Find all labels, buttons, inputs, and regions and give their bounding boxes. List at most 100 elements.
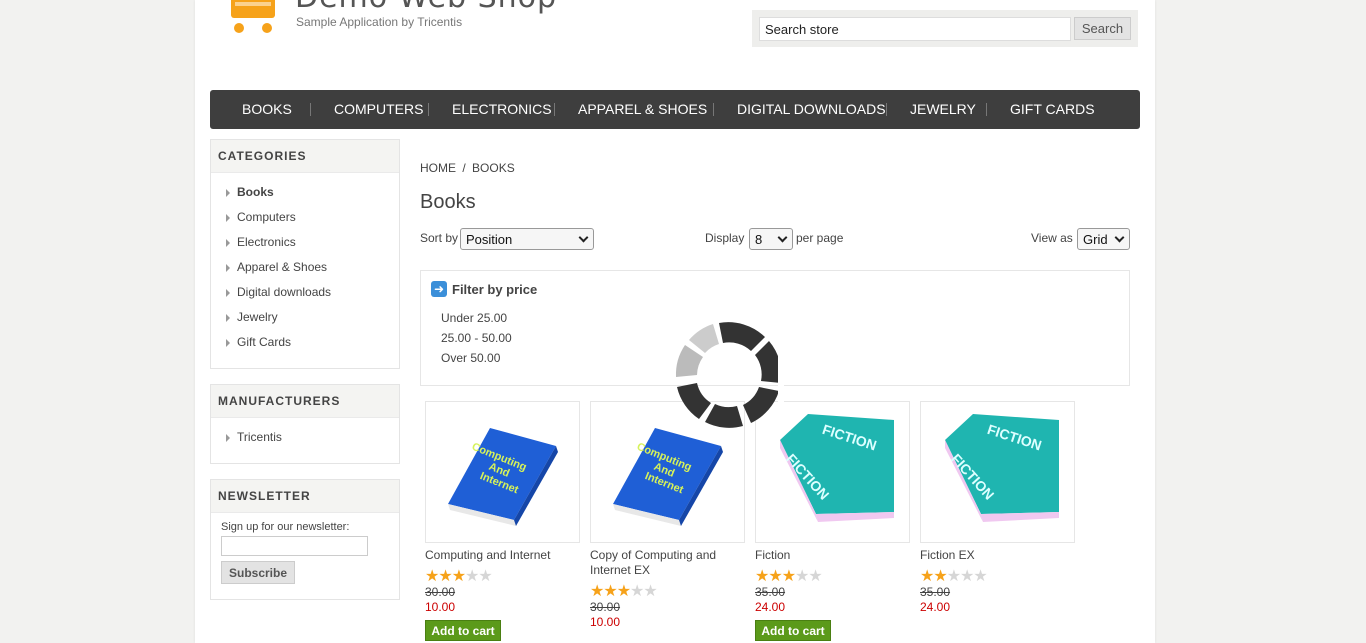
product-title[interactable]: Copy of Computing and Internet EX bbox=[590, 548, 740, 578]
breadcrumb-home[interactable]: HOME bbox=[420, 161, 456, 175]
per-page-label: per page bbox=[796, 231, 844, 245]
star-icon: ★★ bbox=[755, 568, 783, 585]
menu-separator bbox=[428, 103, 429, 116]
menu-separator bbox=[986, 103, 987, 116]
price-filter-title: Filter by price bbox=[452, 282, 538, 297]
product-rating: ★★★★★ bbox=[920, 568, 1080, 585]
arrow-right-icon bbox=[226, 264, 230, 272]
subscribe-button[interactable]: Subscribe bbox=[221, 561, 295, 584]
breadcrumb-current: BOOKS bbox=[472, 161, 515, 175]
product-title[interactable]: Fiction bbox=[755, 548, 905, 563]
arrow-right-icon bbox=[226, 434, 230, 442]
arrow-right-icon bbox=[226, 314, 230, 322]
arrow-right-icon bbox=[226, 214, 230, 222]
logo[interactable]: Demo Web Shop Sample Application by Tric… bbox=[225, 0, 556, 36]
product-old-price: 35.00 bbox=[920, 585, 951, 599]
star-icon: ★★ bbox=[630, 583, 658, 600]
product-image[interactable]: Computing And Internet bbox=[425, 401, 580, 543]
product-rating: ★★★★★ bbox=[755, 568, 915, 585]
sort-by-select[interactable]: Position bbox=[460, 228, 594, 250]
price-range-over-50[interactable]: Over 50.00 bbox=[441, 351, 500, 365]
star-icon: ★ bbox=[781, 568, 796, 585]
arrow-right-icon bbox=[226, 289, 230, 297]
star-icon: ★ bbox=[616, 583, 631, 600]
price-range-25-50[interactable]: 25.00 - 50.00 bbox=[441, 331, 512, 345]
top-menu: BOOKS COMPUTERS ELECTRONICS APPAREL & SH… bbox=[210, 90, 1140, 129]
add-to-cart-button[interactable]: Add to cart bbox=[425, 620, 501, 641]
breadcrumb-separator: / bbox=[462, 161, 466, 175]
newsletter-label: Sign up for our newsletter: bbox=[221, 521, 350, 533]
star-icon: ★★ bbox=[590, 583, 618, 600]
star-icon: ★ bbox=[451, 568, 466, 585]
view-mode-select[interactable]: Grid bbox=[1077, 228, 1130, 250]
logo-subtitle: Sample Application by Tricentis bbox=[296, 15, 463, 29]
category-item-digital-downloads[interactable]: Digital downloads bbox=[224, 280, 399, 305]
product-rating: ★★★★★ bbox=[590, 583, 750, 600]
top-menu-books[interactable]: BOOKS bbox=[242, 90, 292, 129]
search-input[interactable] bbox=[759, 17, 1071, 41]
product-old-price: 30.00 bbox=[590, 600, 621, 614]
arrow-right-icon bbox=[226, 239, 230, 247]
product-old-price: 35.00 bbox=[755, 585, 786, 599]
top-menu-computers[interactable]: COMPUTERS bbox=[334, 90, 423, 129]
menu-separator bbox=[886, 103, 887, 116]
manufacturers-list: Tricentis bbox=[211, 418, 399, 453]
chevron-down-icon bbox=[578, 232, 589, 243]
categories-title: CATEGORIES bbox=[211, 140, 399, 173]
newsletter-block: NEWSLETTER Sign up for our newsletter: S… bbox=[210, 479, 400, 600]
top-menu-electronics[interactable]: ELECTRONICS bbox=[452, 90, 552, 129]
product-image[interactable]: FICTION FICTION bbox=[920, 401, 1075, 543]
book-cover-image: FICTION FICTION bbox=[945, 414, 1059, 522]
arrow-right-icon bbox=[226, 189, 230, 197]
product-price: 24.00 bbox=[755, 600, 786, 614]
product-item: FICTION FICTION Fiction ★★★★★ 35.00 24.0… bbox=[755, 401, 915, 641]
top-menu-jewelry[interactable]: JEWELRY bbox=[910, 90, 976, 129]
star-icon: ★★★ bbox=[946, 568, 988, 585]
chevron-down-icon bbox=[1114, 232, 1125, 243]
page-title: Books bbox=[420, 191, 476, 213]
category-item-books[interactable]: Books bbox=[224, 180, 399, 205]
category-item-jewelry[interactable]: Jewelry bbox=[224, 305, 399, 330]
star-icon: ★★ bbox=[425, 568, 453, 585]
sort-by-label: Sort by bbox=[420, 231, 459, 245]
page-size-select[interactable]: 8 bbox=[749, 228, 793, 250]
price-range-under-25[interactable]: Under 25.00 bbox=[441, 311, 507, 325]
category-item-electronics[interactable]: Electronics bbox=[224, 230, 399, 255]
product-price: 10.00 bbox=[425, 600, 456, 614]
star-icon: ★★ bbox=[465, 568, 493, 585]
book-cover-image: Computing And Internet bbox=[448, 428, 558, 526]
product-item: Computing And Internet Copy of Computing… bbox=[590, 401, 750, 629]
loading-spinner-icon bbox=[675, 320, 784, 430]
product-rating: ★★★★★ bbox=[425, 568, 585, 585]
menu-separator bbox=[554, 103, 555, 116]
product-item: Computing And Internet Computing and Int… bbox=[425, 401, 585, 641]
product-item: FICTION FICTION Fiction EX ★★★★★ 35.00 2… bbox=[920, 401, 1080, 614]
product-old-price: 30.00 bbox=[425, 585, 456, 599]
top-menu-apparel-shoes[interactable]: APPAREL & SHOES bbox=[578, 90, 707, 129]
category-item-gift-cards[interactable]: Gift Cards bbox=[224, 330, 399, 355]
category-item-apparel-shoes[interactable]: Apparel & Shoes bbox=[224, 255, 399, 280]
categories-block: CATEGORIES Books Computers Electronics A… bbox=[210, 139, 400, 369]
manufacturer-item-tricentis[interactable]: Tricentis bbox=[224, 425, 399, 450]
arrow-right-icon: ➜ bbox=[431, 281, 447, 297]
view-mode-value: Grid bbox=[1083, 232, 1108, 247]
sort-by-value: Position bbox=[466, 232, 513, 247]
product-title[interactable]: Fiction EX bbox=[920, 548, 1070, 563]
manufacturers-block: MANUFACTURERS Tricentis bbox=[210, 384, 400, 464]
top-menu-digital-downloads[interactable]: DIGITAL DOWNLOADS bbox=[737, 90, 886, 129]
star-icon: ★★ bbox=[795, 568, 823, 585]
search-button[interactable]: Search bbox=[1074, 17, 1131, 40]
cart-icon bbox=[231, 0, 275, 33]
add-to-cart-button[interactable]: Add to cart bbox=[755, 620, 831, 641]
category-item-computers[interactable]: Computers bbox=[224, 205, 399, 230]
product-title[interactable]: Computing and Internet bbox=[425, 548, 575, 563]
star-icon: ★★ bbox=[920, 568, 948, 585]
categories-list: Books Computers Electronics Apparel & Sh… bbox=[211, 173, 399, 358]
newsletter-email-input[interactable] bbox=[221, 536, 368, 556]
product-price: 24.00 bbox=[920, 600, 951, 614]
menu-separator bbox=[310, 103, 311, 116]
top-menu-gift-cards[interactable]: GIFT CARDS bbox=[1010, 90, 1095, 129]
menu-separator bbox=[713, 103, 714, 116]
manufacturers-title: MANUFACTURERS bbox=[211, 385, 399, 418]
logo-title: Demo Web Shop bbox=[295, 0, 557, 15]
